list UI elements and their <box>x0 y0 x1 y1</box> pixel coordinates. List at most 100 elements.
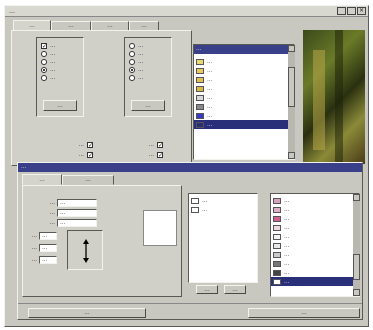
group-a-button[interactable]: … <box>43 100 77 111</box>
option-row[interactable]: … <box>129 66 144 74</box>
middle-add-button[interactable]: … <box>196 285 218 294</box>
color-swatch <box>196 94 204 101</box>
footer-divider <box>18 303 362 304</box>
minimize-icon[interactable] <box>337 7 346 15</box>
sub-dialog-titlebar[interactable]: … <box>18 163 362 172</box>
option-row[interactable]: … <box>129 58 144 66</box>
checkbox-4[interactable]: ✓ <box>157 152 163 159</box>
close-icon[interactable]: × <box>357 7 366 15</box>
ok-button[interactable]: … <box>28 308 146 318</box>
list-item[interactable]: … <box>194 84 288 93</box>
field-input[interactable]: … <box>57 199 97 207</box>
option-label: … <box>138 51 144 57</box>
radio-button[interactable] <box>129 75 135 81</box>
right-list[interactable]: ………………………… <box>270 193 360 297</box>
list-item[interactable]: … <box>271 277 353 286</box>
radio-button[interactable] <box>41 67 47 73</box>
top-list-scrollbar[interactable] <box>288 45 295 159</box>
list-item[interactable]: … <box>194 66 288 75</box>
list-item[interactable]: … <box>271 250 353 259</box>
maximize-icon[interactable] <box>347 7 356 15</box>
list-item[interactable]: … <box>194 111 288 120</box>
field-input[interactable]: … <box>57 219 97 227</box>
color-swatch <box>196 76 204 83</box>
option-row[interactable]: … <box>129 42 144 50</box>
list-item[interactable]: … <box>271 259 353 268</box>
spin-input[interactable]: … <box>39 244 57 252</box>
field-label: … <box>49 200 56 206</box>
right-list-scrollbar[interactable] <box>353 194 360 296</box>
list-item[interactable]: … <box>189 196 257 205</box>
list-item[interactable]: … <box>189 205 257 214</box>
radio-button[interactable] <box>41 59 47 65</box>
tab-sub-2[interactable]: … <box>62 175 114 185</box>
top-list[interactable]: … …………………… <box>193 44 295 160</box>
spin-label: … <box>31 245 38 251</box>
checkbox-3[interactable]: ✓ <box>157 142 163 149</box>
option-row[interactable]: … <box>41 50 56 58</box>
list-item-label: … <box>284 242 290 249</box>
radio-button[interactable] <box>129 43 135 49</box>
color-preview-swatch <box>143 210 177 246</box>
list-item[interactable]: … <box>271 241 353 250</box>
radio-button[interactable] <box>129 51 135 57</box>
field-row: …… <box>29 198 99 208</box>
option-row[interactable]: … <box>129 74 144 82</box>
list-item[interactable]: … <box>194 75 288 84</box>
spin-input[interactable]: … <box>39 232 57 240</box>
list-item[interactable]: … <box>271 223 353 232</box>
checkbox-row[interactable]: … ✓ <box>114 141 163 149</box>
middle-list[interactable]: …… <box>188 193 258 283</box>
window-titlebar[interactable]: … × <box>5 6 368 17</box>
list-item[interactable]: … <box>194 93 288 102</box>
list-item-label: … <box>202 197 208 204</box>
list-item-label: … <box>284 269 290 276</box>
list-item[interactable]: … <box>194 120 288 129</box>
spin-input[interactable]: … <box>39 256 57 264</box>
list-item[interactable]: … <box>271 196 353 205</box>
list-item[interactable]: … <box>194 102 288 111</box>
cancel-button[interactable]: … <box>248 308 360 318</box>
checkbox-grid: … ✓ … ✓ … ✓ … ✓ <box>44 141 184 163</box>
option-row[interactable]: ✓… <box>41 42 56 50</box>
list-item-label: … <box>284 215 290 222</box>
checkbox-row[interactable]: … ✓ <box>44 151 93 159</box>
option-label: … <box>138 75 144 81</box>
scroll-down-icon[interactable] <box>288 152 295 159</box>
radio-button[interactable] <box>129 59 135 65</box>
list-item[interactable]: … <box>271 232 353 241</box>
checkbox-1[interactable]: ✓ <box>87 142 93 149</box>
scroll-down-icon[interactable] <box>353 289 360 296</box>
tab-sub-1[interactable]: … <box>22 174 62 185</box>
list-item[interactable]: … <box>271 205 353 214</box>
group-b-button[interactable]: … <box>131 100 165 111</box>
scroll-up-icon[interactable] <box>288 45 295 52</box>
window-title: … <box>9 7 15 15</box>
checkbox[interactable]: ✓ <box>41 43 47 50</box>
list-item[interactable]: … <box>271 214 353 223</box>
checkbox-2[interactable]: ✓ <box>87 152 93 159</box>
list-item[interactable]: … <box>194 57 288 66</box>
option-row[interactable]: … <box>41 74 56 82</box>
top-list-header: … <box>194 45 288 54</box>
radio-button[interactable] <box>41 51 47 57</box>
scroll-thumb[interactable] <box>288 67 295 107</box>
middle-delete-button[interactable]: … <box>224 285 246 294</box>
scroll-up-icon[interactable] <box>353 194 360 201</box>
checkbox-row[interactable]: … ✓ <box>114 151 163 159</box>
option-label: … <box>138 59 144 65</box>
checkbox-row[interactable]: … ✓ <box>44 141 93 149</box>
color-swatch <box>273 215 281 222</box>
radio-button[interactable] <box>41 75 47 81</box>
option-row[interactable]: … <box>41 66 56 74</box>
scroll-thumb[interactable] <box>353 254 360 280</box>
list-item-label: … <box>207 76 213 83</box>
option-row[interactable]: … <box>41 58 56 66</box>
field-input[interactable]: … <box>57 209 97 217</box>
direction-box[interactable] <box>67 230 103 270</box>
option-label: … <box>138 67 144 73</box>
field-row: …… <box>29 208 99 218</box>
radio-button[interactable] <box>129 67 135 73</box>
list-item[interactable]: … <box>271 268 353 277</box>
option-row[interactable]: … <box>129 50 144 58</box>
